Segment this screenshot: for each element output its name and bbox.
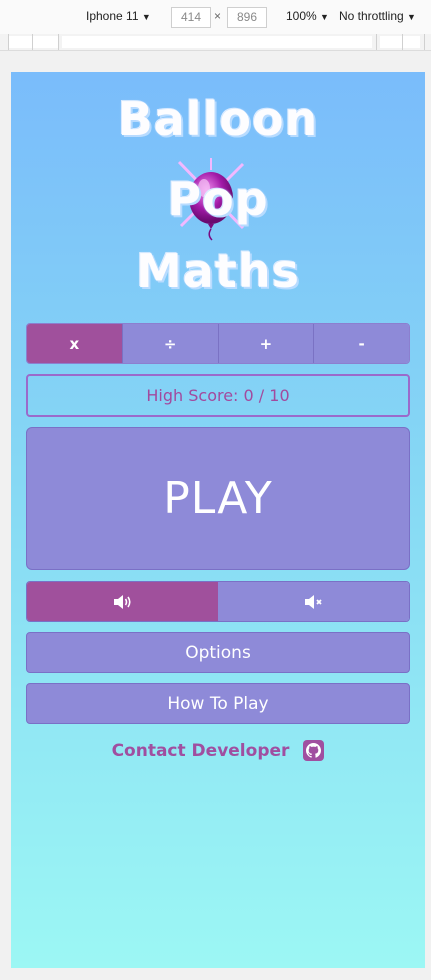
sound-on-button[interactable] (27, 582, 218, 621)
speaker-muted-icon (304, 594, 322, 609)
zoom-select[interactable]: 100% ▼ (286, 9, 329, 23)
operation-selector: x ÷ + - (26, 323, 410, 364)
device-select[interactable]: Iphone 11 ▼ (86, 9, 151, 23)
github-link[interactable] (303, 740, 325, 761)
zoom-value: 100% (286, 9, 317, 23)
title-maths: Maths (136, 244, 300, 298)
devtools-device-toolbar: Iphone 11 ▼ 414 × 896 100% ▼ No throttli… (0, 0, 431, 35)
how-to-play-button[interactable]: How To Play (26, 683, 410, 724)
title-balloon: Balloon (117, 92, 319, 146)
operation-divide-button[interactable]: ÷ (122, 324, 219, 363)
title-pop: Pop (167, 172, 269, 226)
operation-add-button[interactable]: + (218, 324, 315, 363)
dimension-separator: × (214, 9, 222, 23)
throttling-select[interactable]: No throttling ▼ (339, 9, 416, 23)
high-score-display: High Score: 0 / 10 (26, 374, 410, 417)
operation-multiply-button[interactable]: x (27, 324, 123, 363)
media-query-ruler (0, 34, 431, 51)
options-button[interactable]: Options (26, 632, 410, 673)
device-name: Iphone 11 (86, 9, 139, 23)
play-button[interactable]: PLAY (26, 427, 410, 570)
throttling-value: No throttling (339, 9, 404, 23)
sound-off-button[interactable] (218, 582, 409, 621)
operation-subtract-button[interactable]: - (314, 324, 409, 363)
chevron-down-icon: ▼ (320, 12, 329, 22)
speaker-on-icon (113, 594, 131, 609)
github-icon (306, 743, 322, 758)
chevron-down-icon: ▼ (407, 12, 416, 22)
contact-developer-row: Contact Developer (11, 740, 425, 761)
width-input[interactable]: 414 (171, 7, 211, 28)
device-viewport: Balloon Pop Maths x ÷ + - High Score: 0 … (11, 72, 425, 968)
contact-developer-link[interactable]: Contact Developer (112, 741, 290, 761)
height-input[interactable]: 896 (227, 7, 267, 28)
sound-toggle (26, 581, 410, 622)
chevron-down-icon: ▼ (141, 12, 151, 22)
